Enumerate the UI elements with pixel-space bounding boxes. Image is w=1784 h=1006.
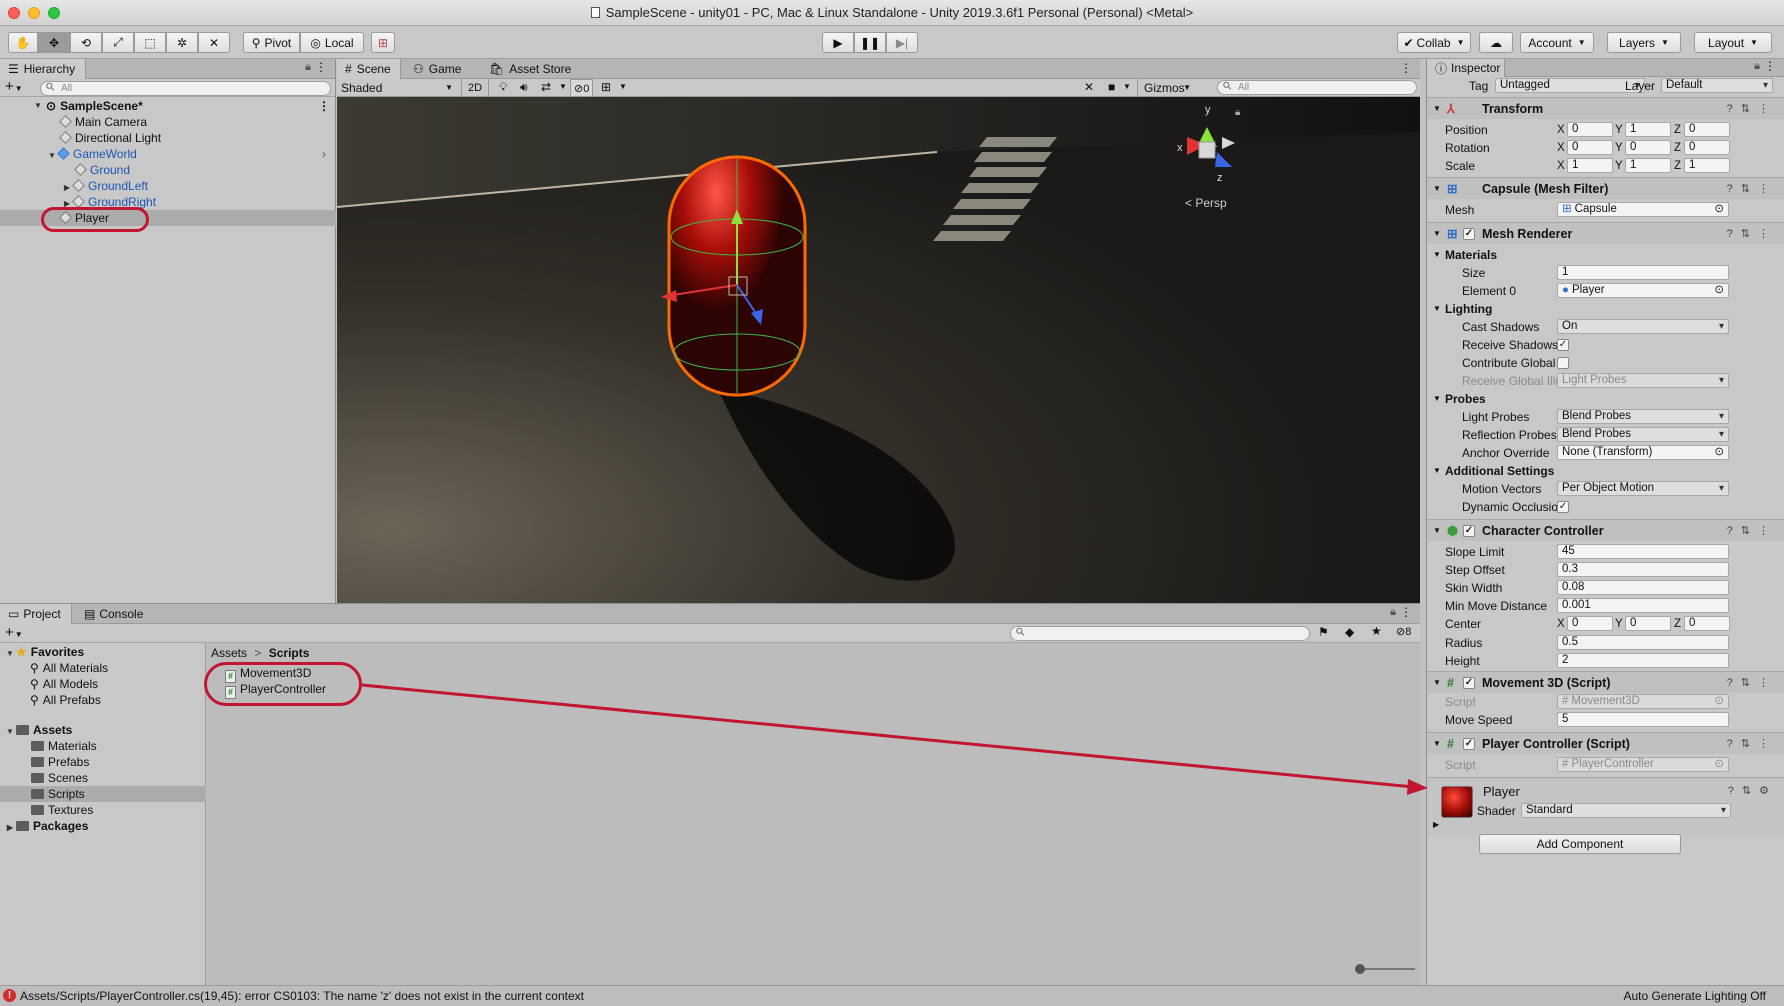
annotation-arrow-line <box>361 683 1415 789</box>
annotation-arrow <box>361 683 1428 795</box>
annotation-arrow-head <box>1407 779 1428 795</box>
